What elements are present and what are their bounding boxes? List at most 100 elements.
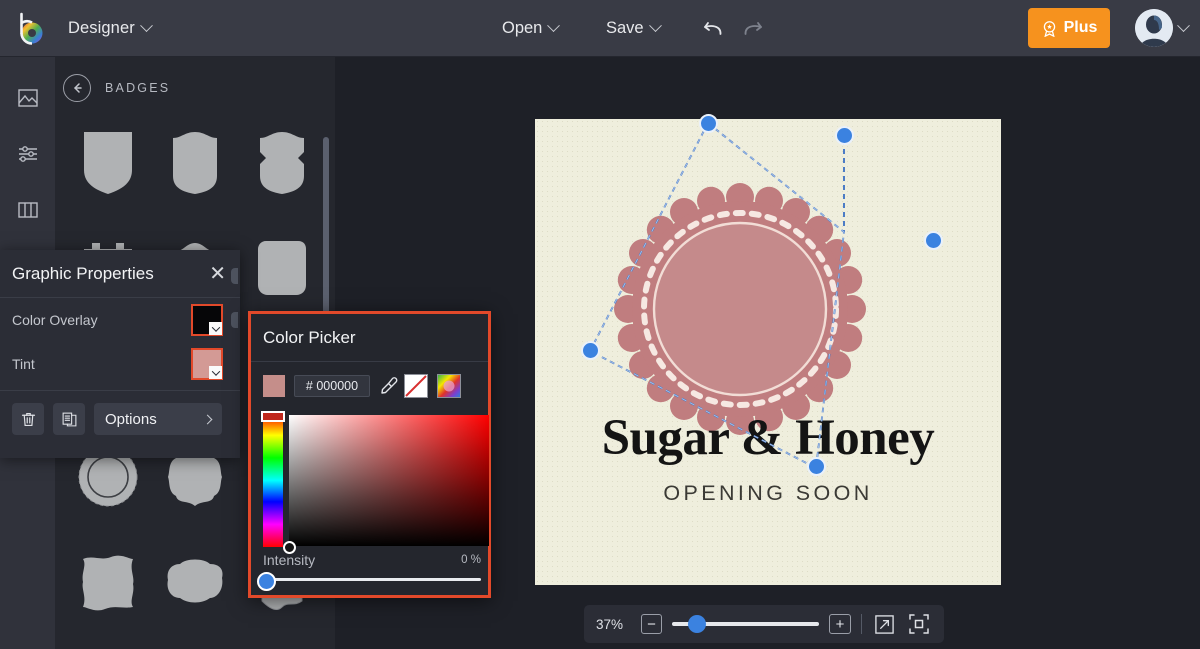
zoom-level-label: 37% [596,616,624,632]
plus-upgrade-button[interactable]: Plus [1028,8,1110,48]
shield-classic-shape [259,132,304,194]
duplicate-icon [62,412,76,426]
selection-handle-top[interactable] [699,114,718,133]
chevron-down-icon[interactable] [209,322,222,335]
top-toolbar: Designer Open Save Plus [0,0,1200,57]
image-icon [17,89,38,107]
tint-row: Tint [0,342,240,386]
chevron-down-icon[interactable] [209,366,222,379]
eyedropper-icon[interactable] [379,376,399,396]
save-menu-button[interactable]: Save [606,18,662,38]
list-item[interactable] [238,119,325,207]
library-title: BADGES [105,81,171,95]
undo-arrow-icon[interactable] [700,14,728,42]
zoom-slider-thumb[interactable] [688,615,707,633]
open-menu-button[interactable]: Open [502,18,561,38]
list-item[interactable] [65,538,152,626]
selection-handle-bottom[interactable] [807,457,826,476]
selection-handle-right[interactable] [924,231,943,250]
hex-input[interactable]: # 000000 [294,375,370,397]
account-menu[interactable] [1135,9,1190,47]
cloud-badge-shape [167,559,223,603]
shield-pointed-shape [84,132,133,194]
color-overlay-label: Color Overlay [12,312,98,328]
delete-button[interactable] [12,403,44,435]
library-scrollbar[interactable] [323,137,329,337]
color-picker-controls: # 000000 [251,362,488,398]
hue-slider[interactable] [263,414,283,547]
color-picker-title: Color Picker [263,327,356,347]
chevron-down-icon [547,18,561,32]
intensity-label: Intensity [263,552,316,568]
no-color-swatch[interactable] [404,374,428,398]
fit-to-screen-icon[interactable] [907,611,932,637]
selection-handle-rotate[interactable] [835,126,854,145]
designer-menu[interactable]: Designer [68,18,153,38]
sidebar-item-adjustments[interactable] [0,131,55,177]
shield-crest-shape [172,132,217,194]
expand-arrow-icon[interactable] [872,611,897,637]
chevron-right-icon [202,414,213,424]
tint-swatch[interactable] [191,348,223,380]
artboard[interactable]: Sugar & Honey OPENING SOON [535,119,1001,585]
medal-badge-icon [1043,20,1055,37]
chevron-down-icon [648,18,662,32]
wavy-square-shape [82,555,134,611]
list-item[interactable] [152,119,239,207]
panel-grip[interactable] [231,312,238,328]
graphic-properties-panel: Graphic Properties ✕ Color Overlay Tint [0,250,240,458]
columns-icon [17,202,38,218]
library-header: BADGES [55,57,335,119]
list-item[interactable] [152,538,239,626]
saturation-value-area[interactable] [289,415,489,546]
panel-grip-bottom[interactable] [231,268,238,284]
graphic-properties-actions: Options [0,268,240,435]
user-avatar[interactable] [1135,9,1173,47]
color-picker-header: Color Picker [251,314,488,362]
zoom-toolbar: 37% − + [584,605,944,643]
options-button[interactable]: Options [94,403,222,435]
artwork-title[interactable]: Sugar & Honey [535,409,1001,467]
color-wheel-icon[interactable] [437,374,461,398]
toolbar-divider [860,614,862,634]
bethwheel-logo-icon[interactable] [12,11,46,45]
back-arrow-circle-icon[interactable] [63,74,91,102]
panel-title: Graphic Properties [12,263,154,283]
close-icon[interactable]: ✕ [209,264,226,284]
color-overlay-swatch[interactable] [191,304,223,336]
zoom-in-button[interactable]: + [829,614,851,634]
sidebar-item-layouts[interactable] [0,187,55,233]
options-label: Options [105,410,157,428]
tint-label: Tint [12,356,35,372]
graphic-properties-header: Graphic Properties ✕ [0,250,240,298]
hue-slider-selector[interactable] [261,411,285,422]
octagon-rounded-shape [257,240,306,295]
sidebar-item-images[interactable] [0,75,55,121]
chevron-down-icon [139,18,153,32]
open-menu-label: Open [502,18,543,37]
trash-icon [21,412,35,426]
zoom-out-button[interactable]: − [640,614,663,634]
duplicate-button[interactable] [53,403,85,435]
selection-handle-left[interactable] [581,341,600,360]
sliders-icon [18,146,37,162]
zoom-slider[interactable] [672,615,820,633]
scalloped-rosette-badge[interactable] [600,169,880,449]
designer-menu-label: Designer [68,18,135,37]
redo-arrow-icon[interactable] [738,14,766,42]
chevron-down-icon [1177,18,1190,32]
plus-upgrade-label: Plus [1063,19,1098,36]
intensity-slider-thumb[interactable] [257,572,276,591]
list-item[interactable] [238,224,325,312]
intensity-row: Intensity 0 % [263,552,481,568]
list-item[interactable] [65,119,152,207]
color-picker-panel: Color Picker # 000000 Intensity 0 % [248,311,491,598]
intensity-slider[interactable] [257,572,481,591]
zoom-in-label: + [835,615,845,633]
color-overlay-row: Color Overlay [0,298,240,342]
artwork-subtitle[interactable]: OPENING SOON [535,481,1001,506]
save-menu-label: Save [606,18,644,37]
intensity-value: 0 % [461,554,481,566]
zoom-out-label: − [647,615,656,633]
color-preview-swatch[interactable] [263,375,285,397]
